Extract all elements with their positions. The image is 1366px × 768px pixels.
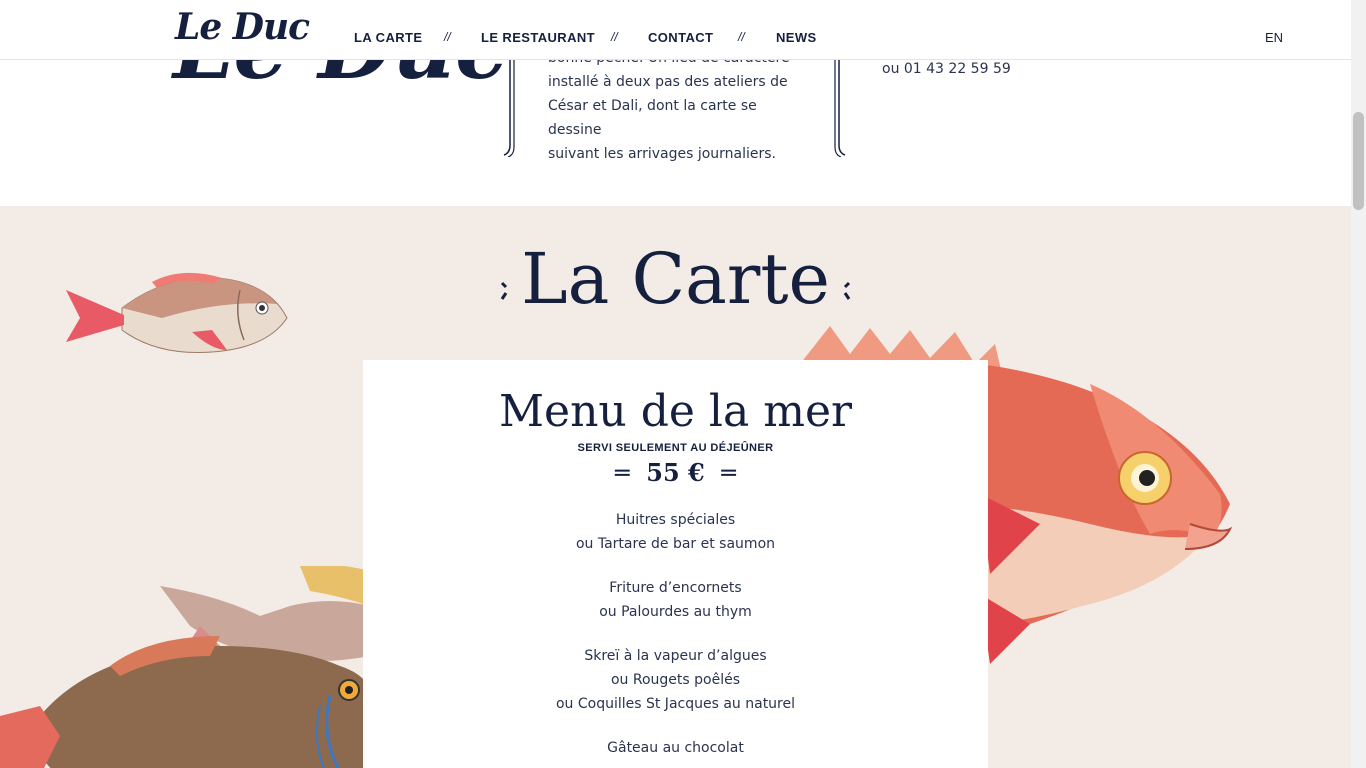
dish-group: Gâteau au chocolat [363, 736, 988, 760]
intro-text: bonne pêche. Un lieu de caractère instal… [548, 46, 808, 166]
carte-section: La Carte Menu de la mer SERVI SEULEMENT … [0, 206, 1351, 768]
menu-card: Menu de la mer SERVI SEULEMENT AU DÉJEÛN… [363, 360, 988, 768]
nav-news[interactable]: NEWS [776, 30, 817, 45]
logo[interactable]: Le Duc [175, 6, 310, 48]
dish: ou Palourdes au thym [599, 604, 752, 620]
bottom-left-fish-illustration [0, 566, 370, 768]
scrollbar-thumb[interactable] [1353, 112, 1364, 210]
dish: Huitres spéciales [615, 512, 736, 528]
menu-price: ═ 55 € ═ [363, 458, 988, 487]
title-ornament-right [843, 281, 851, 300]
dish-group: Huitres spéciales ou Tartare de bar et s… [363, 508, 988, 556]
dish-group: Skreï à la vapeur d’algues ou Rougets po… [363, 644, 988, 716]
nav-contact[interactable]: CONTACT [648, 30, 713, 45]
menu-subtitle: SERVI SEULEMENT AU DÉJEÛNER [577, 442, 774, 454]
dish-group: Friture d’encornets ou Palourdes au thym [363, 576, 988, 624]
nav-separator: // [611, 30, 618, 44]
title-ornament-left [500, 281, 508, 300]
intro-line: César et Dali, dont la carte se dessine [548, 98, 757, 138]
intro-line: suivant les arrivages journaliers. [548, 146, 777, 162]
language-switch[interactable]: EN [1265, 30, 1283, 45]
top-navigation: Le Duc LA CARTE // LE RESTAURANT // CONT… [0, 0, 1351, 60]
dish: Friture d’encornets [609, 580, 742, 596]
nav-separator: // [738, 30, 745, 44]
phone-number[interactable]: ou 01 43 22 59 59 [882, 61, 1011, 77]
dish: ou Coquilles St Jacques au naturel [555, 696, 796, 712]
bracket-left-ornament [503, 55, 515, 157]
dish: ou Rougets poêlés [610, 672, 741, 688]
nav-le-restaurant[interactable]: LE RESTAURANT [481, 30, 595, 45]
carte-title: La Carte [521, 238, 830, 320]
intro-line: installé à deux pas des ateliers de [548, 74, 788, 90]
price-value: 55 € [646, 458, 705, 487]
menu-title: Menu de la mer [498, 386, 853, 437]
dish: Gâteau au chocolat [607, 740, 744, 756]
nav-la-carte[interactable]: LA CARTE [354, 30, 422, 45]
dish: Skreï à la vapeur d’algues [584, 648, 767, 664]
price-dash-left: ═ [615, 459, 630, 487]
price-dash-right: ═ [721, 459, 736, 487]
nav-separator: // [444, 30, 451, 44]
bracket-right-ornament [834, 55, 846, 157]
dish: ou Tartare de bar et saumon [575, 536, 776, 552]
